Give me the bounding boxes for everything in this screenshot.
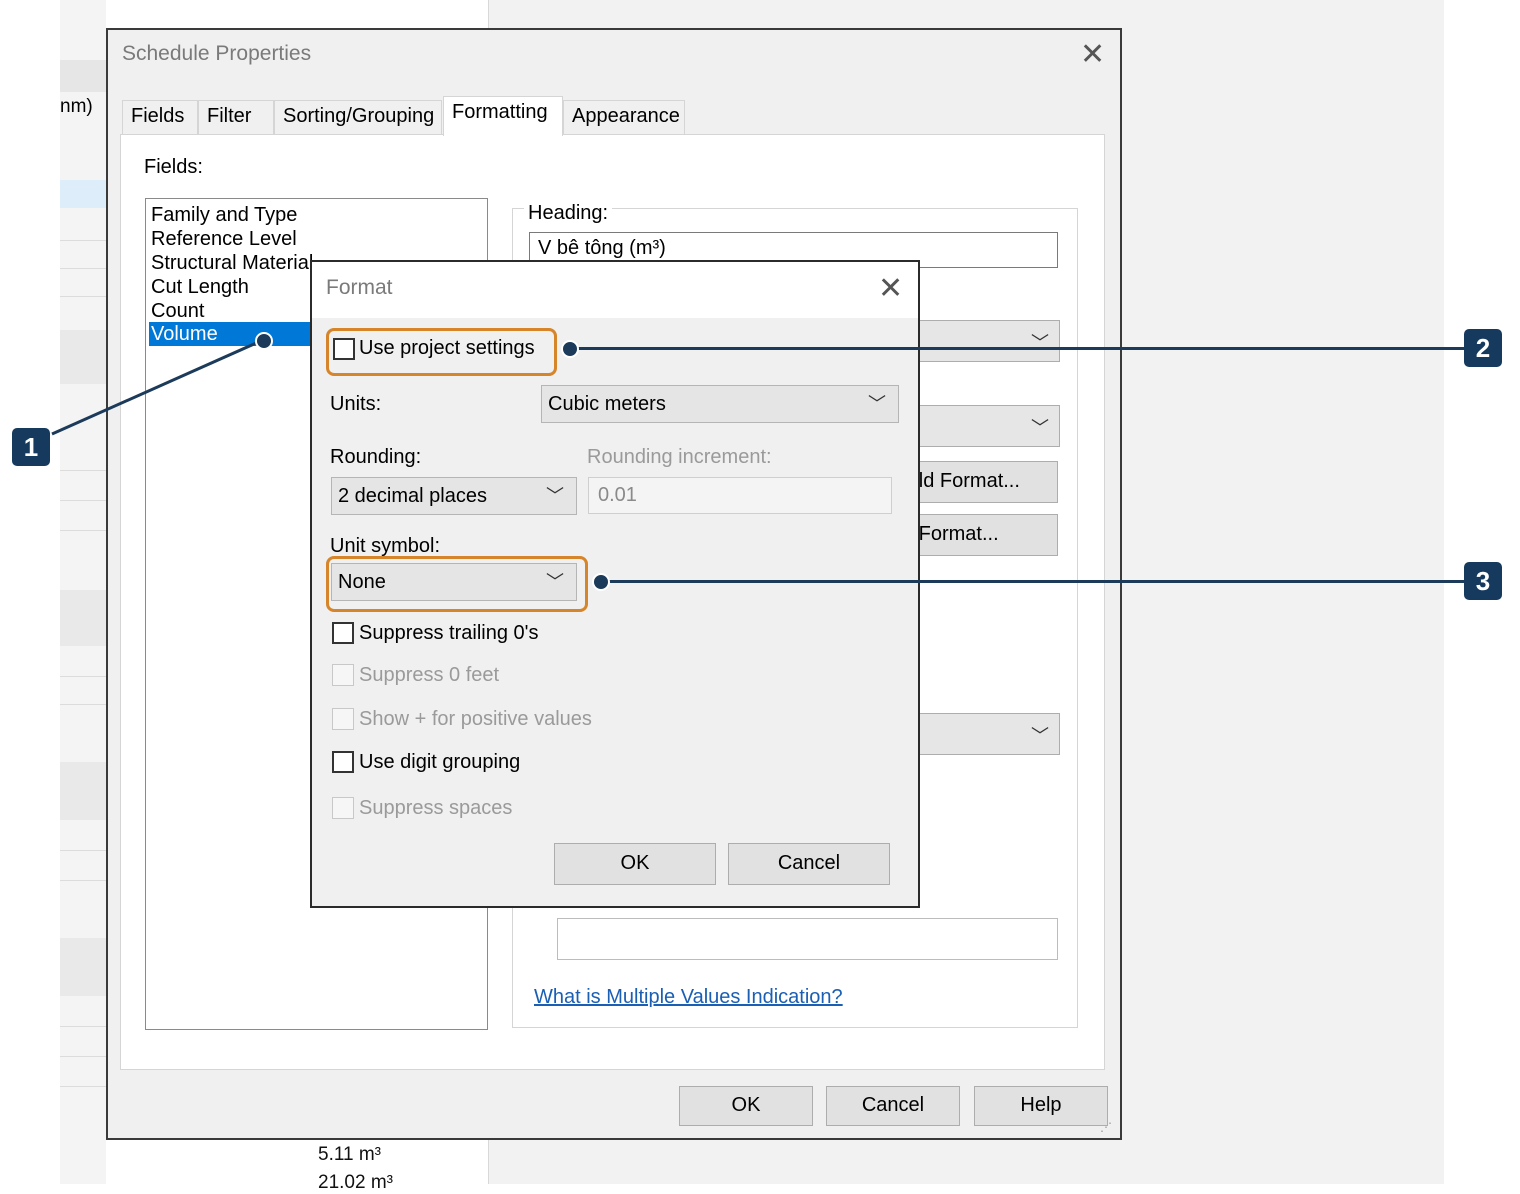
callout-dot-1 (255, 332, 273, 350)
callout-dot-2 (561, 340, 579, 358)
callout-badge-1: 1 (12, 428, 50, 466)
callout-line-3 (600, 580, 1465, 583)
callout-lines (51, 338, 264, 436)
callout-line-2 (569, 347, 1465, 350)
callout-badge-3: 3 (1464, 562, 1502, 600)
callout-line-1 (51, 338, 264, 436)
callout-dot-3 (592, 573, 610, 591)
callout-badge-2: 2 (1464, 329, 1502, 367)
